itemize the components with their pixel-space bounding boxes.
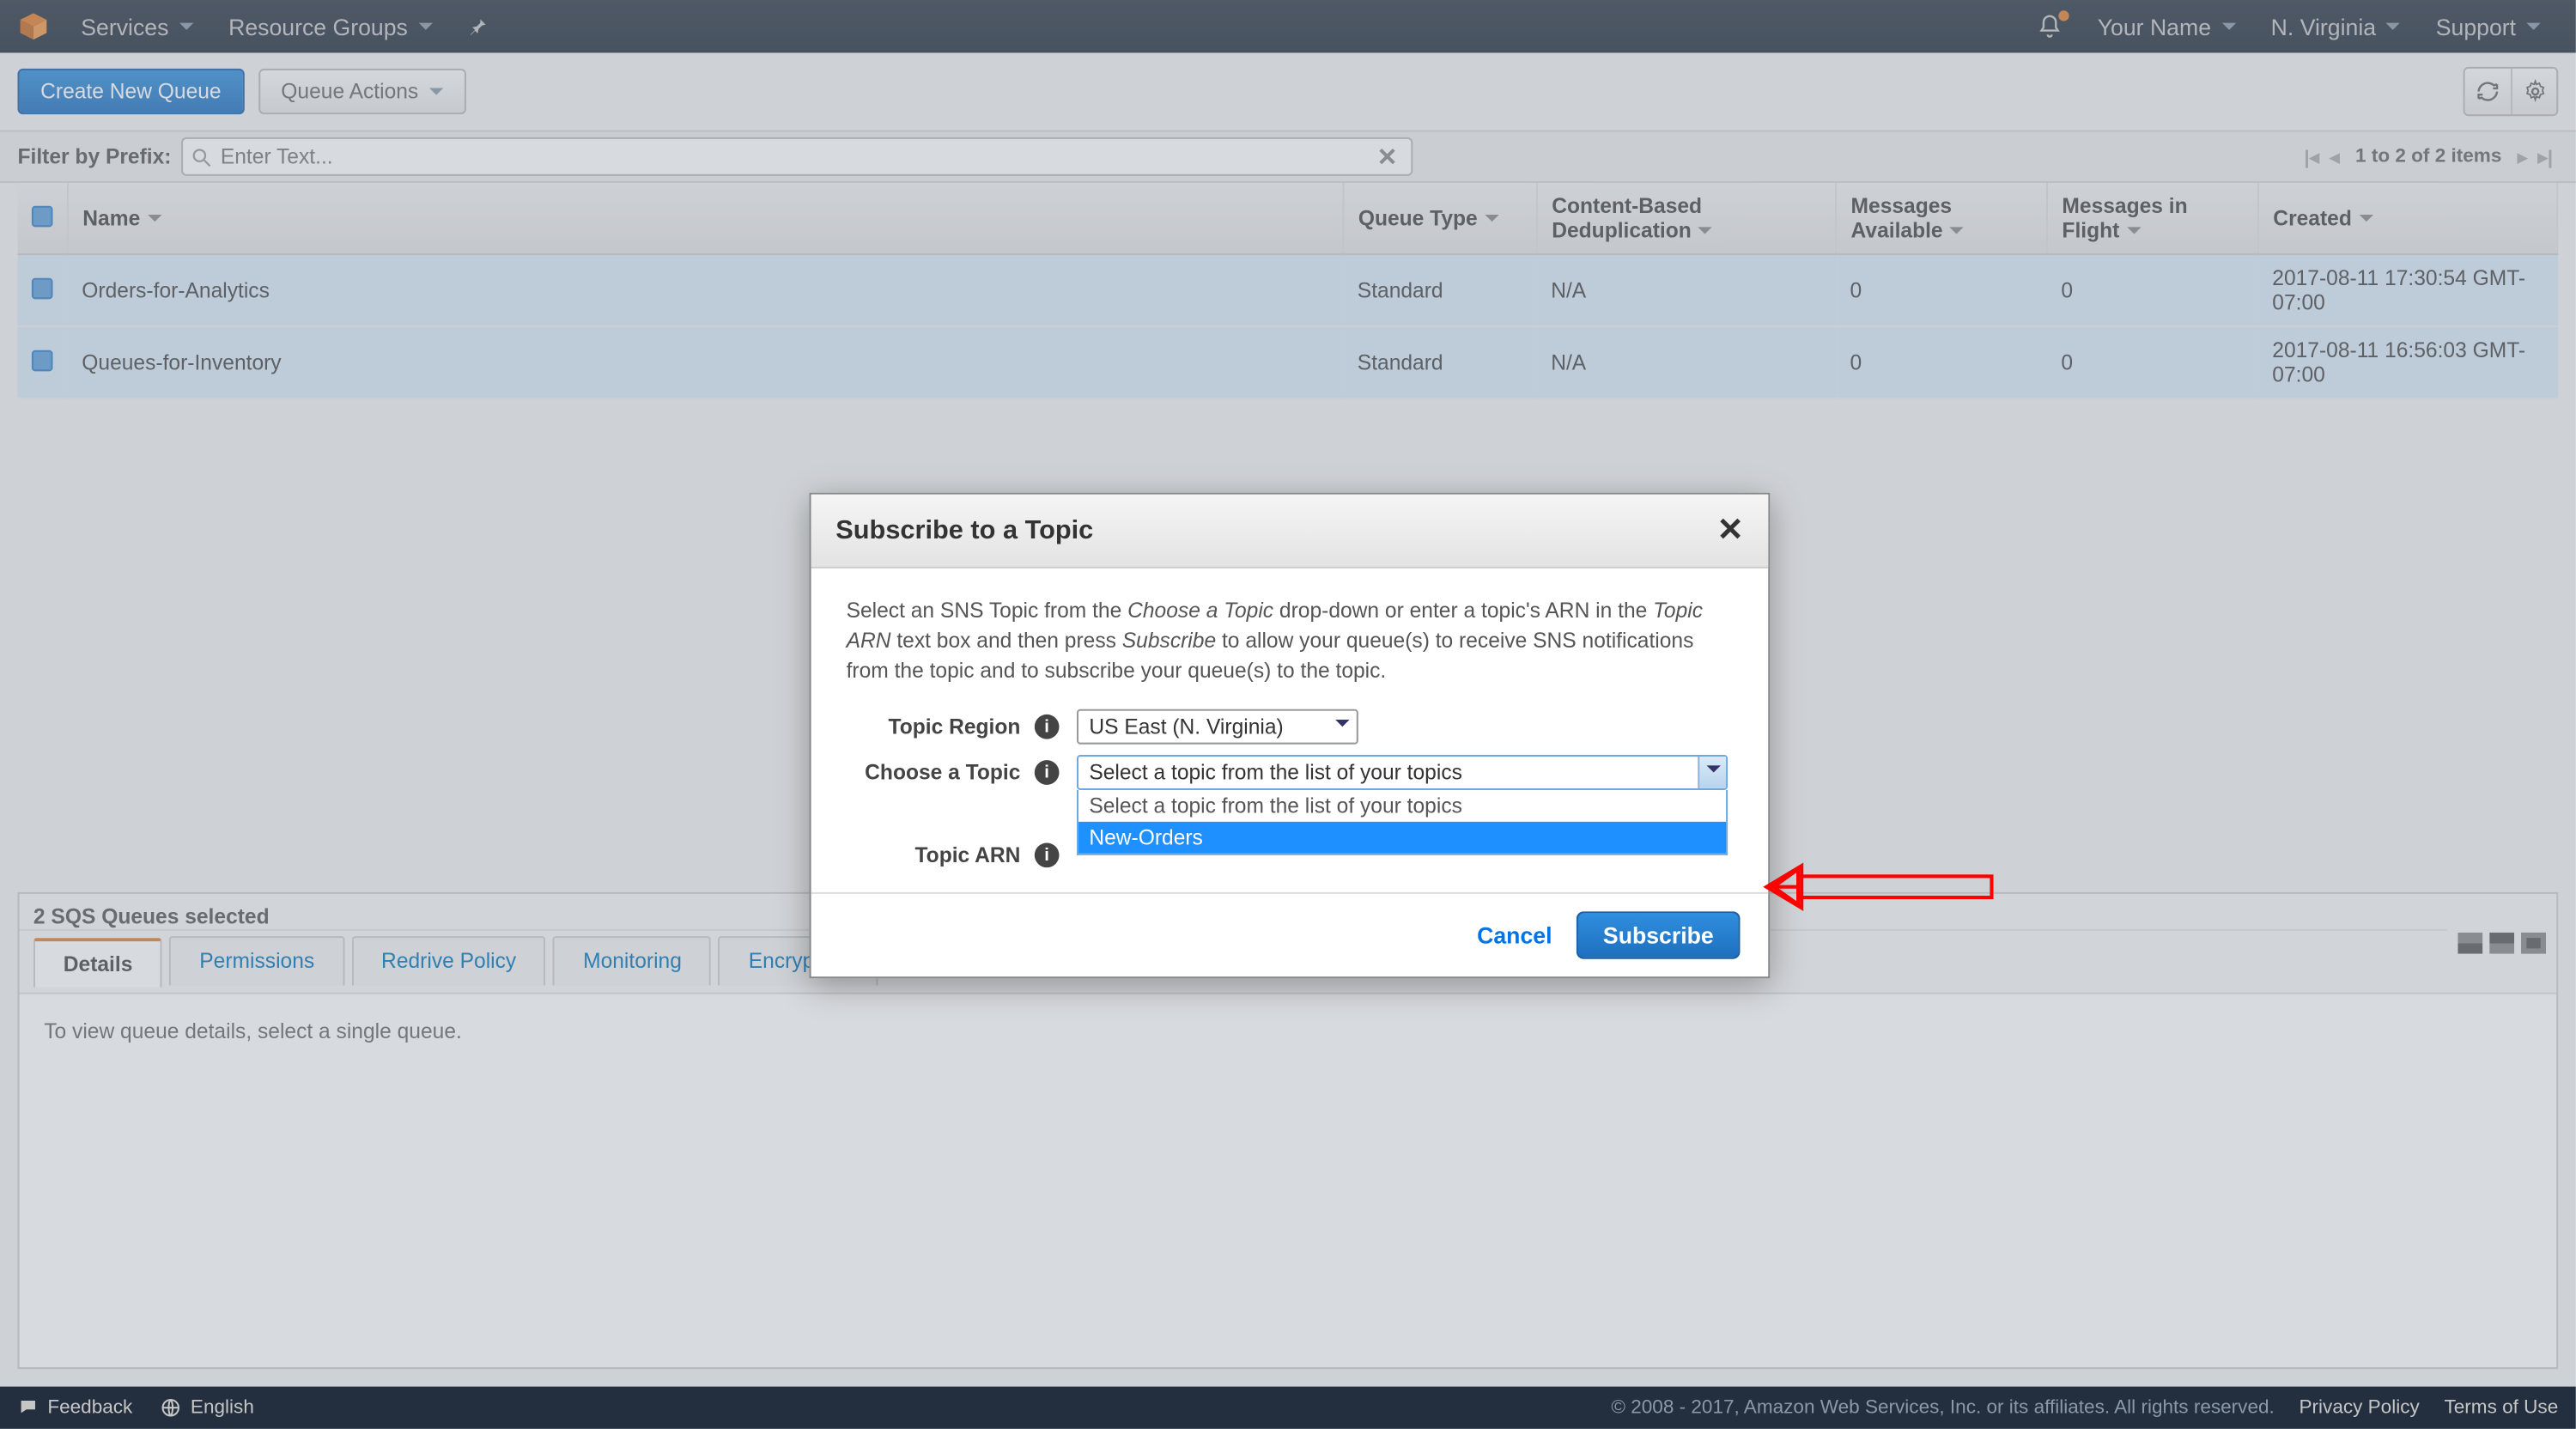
row-choose-topic: Choose a Topic i Select a topic from the… [847, 756, 1734, 791]
row-topic-region: Topic Region i US East (N. Virginia) [847, 710, 1734, 745]
label-topic-arn: Topic ARN [847, 843, 1031, 868]
subscribe-modal: Subscribe to a Topic ✕ Select an SNS Top… [810, 493, 1771, 979]
chevron-down-icon [1698, 757, 1726, 789]
info-icon[interactable]: i [1035, 843, 1060, 868]
chevron-down-icon [1328, 712, 1357, 744]
modal-title: Subscribe to a Topic [835, 515, 1093, 545]
footer-copyright: © 2008 - 2017, Amazon Web Services, Inc.… [1611, 1397, 2274, 1419]
speech-bubble-icon [17, 1397, 39, 1419]
footer: Feedback English © 2008 - 2017, Amazon W… [0, 1387, 2576, 1429]
footer-feedback[interactable]: Feedback [17, 1397, 132, 1419]
modal-description: Select an SNS Topic from the Choose a To… [847, 597, 1734, 685]
modal-footer: Cancel Subscribe [811, 893, 1769, 977]
topic-option-placeholder[interactable]: Select a topic from the list of your top… [1078, 791, 1726, 823]
choose-topic-dropdown: Select a topic from the list of your top… [1077, 791, 1728, 856]
globe-icon [161, 1397, 182, 1419]
footer-privacy[interactable]: Privacy Policy [2299, 1397, 2419, 1419]
topic-region-select[interactable]: US East (N. Virginia) [1077, 710, 1358, 745]
label-choose-topic: Choose a Topic [847, 761, 1031, 786]
topic-option-new-orders[interactable]: New-Orders [1078, 823, 1726, 854]
modal-close-icon[interactable]: ✕ [1717, 512, 1744, 549]
subscribe-button[interactable]: Subscribe [1577, 912, 1740, 959]
modal-header: Subscribe to a Topic ✕ [811, 495, 1769, 569]
footer-language[interactable]: English [161, 1397, 254, 1419]
info-icon[interactable]: i [1035, 715, 1060, 740]
cancel-button[interactable]: Cancel [1477, 922, 1552, 949]
info-icon[interactable]: i [1035, 761, 1060, 786]
label-topic-region: Topic Region [847, 715, 1031, 740]
choose-topic-select[interactable]: Select a topic from the list of your top… [1077, 756, 1728, 791]
footer-terms[interactable]: Terms of Use [2444, 1397, 2558, 1419]
